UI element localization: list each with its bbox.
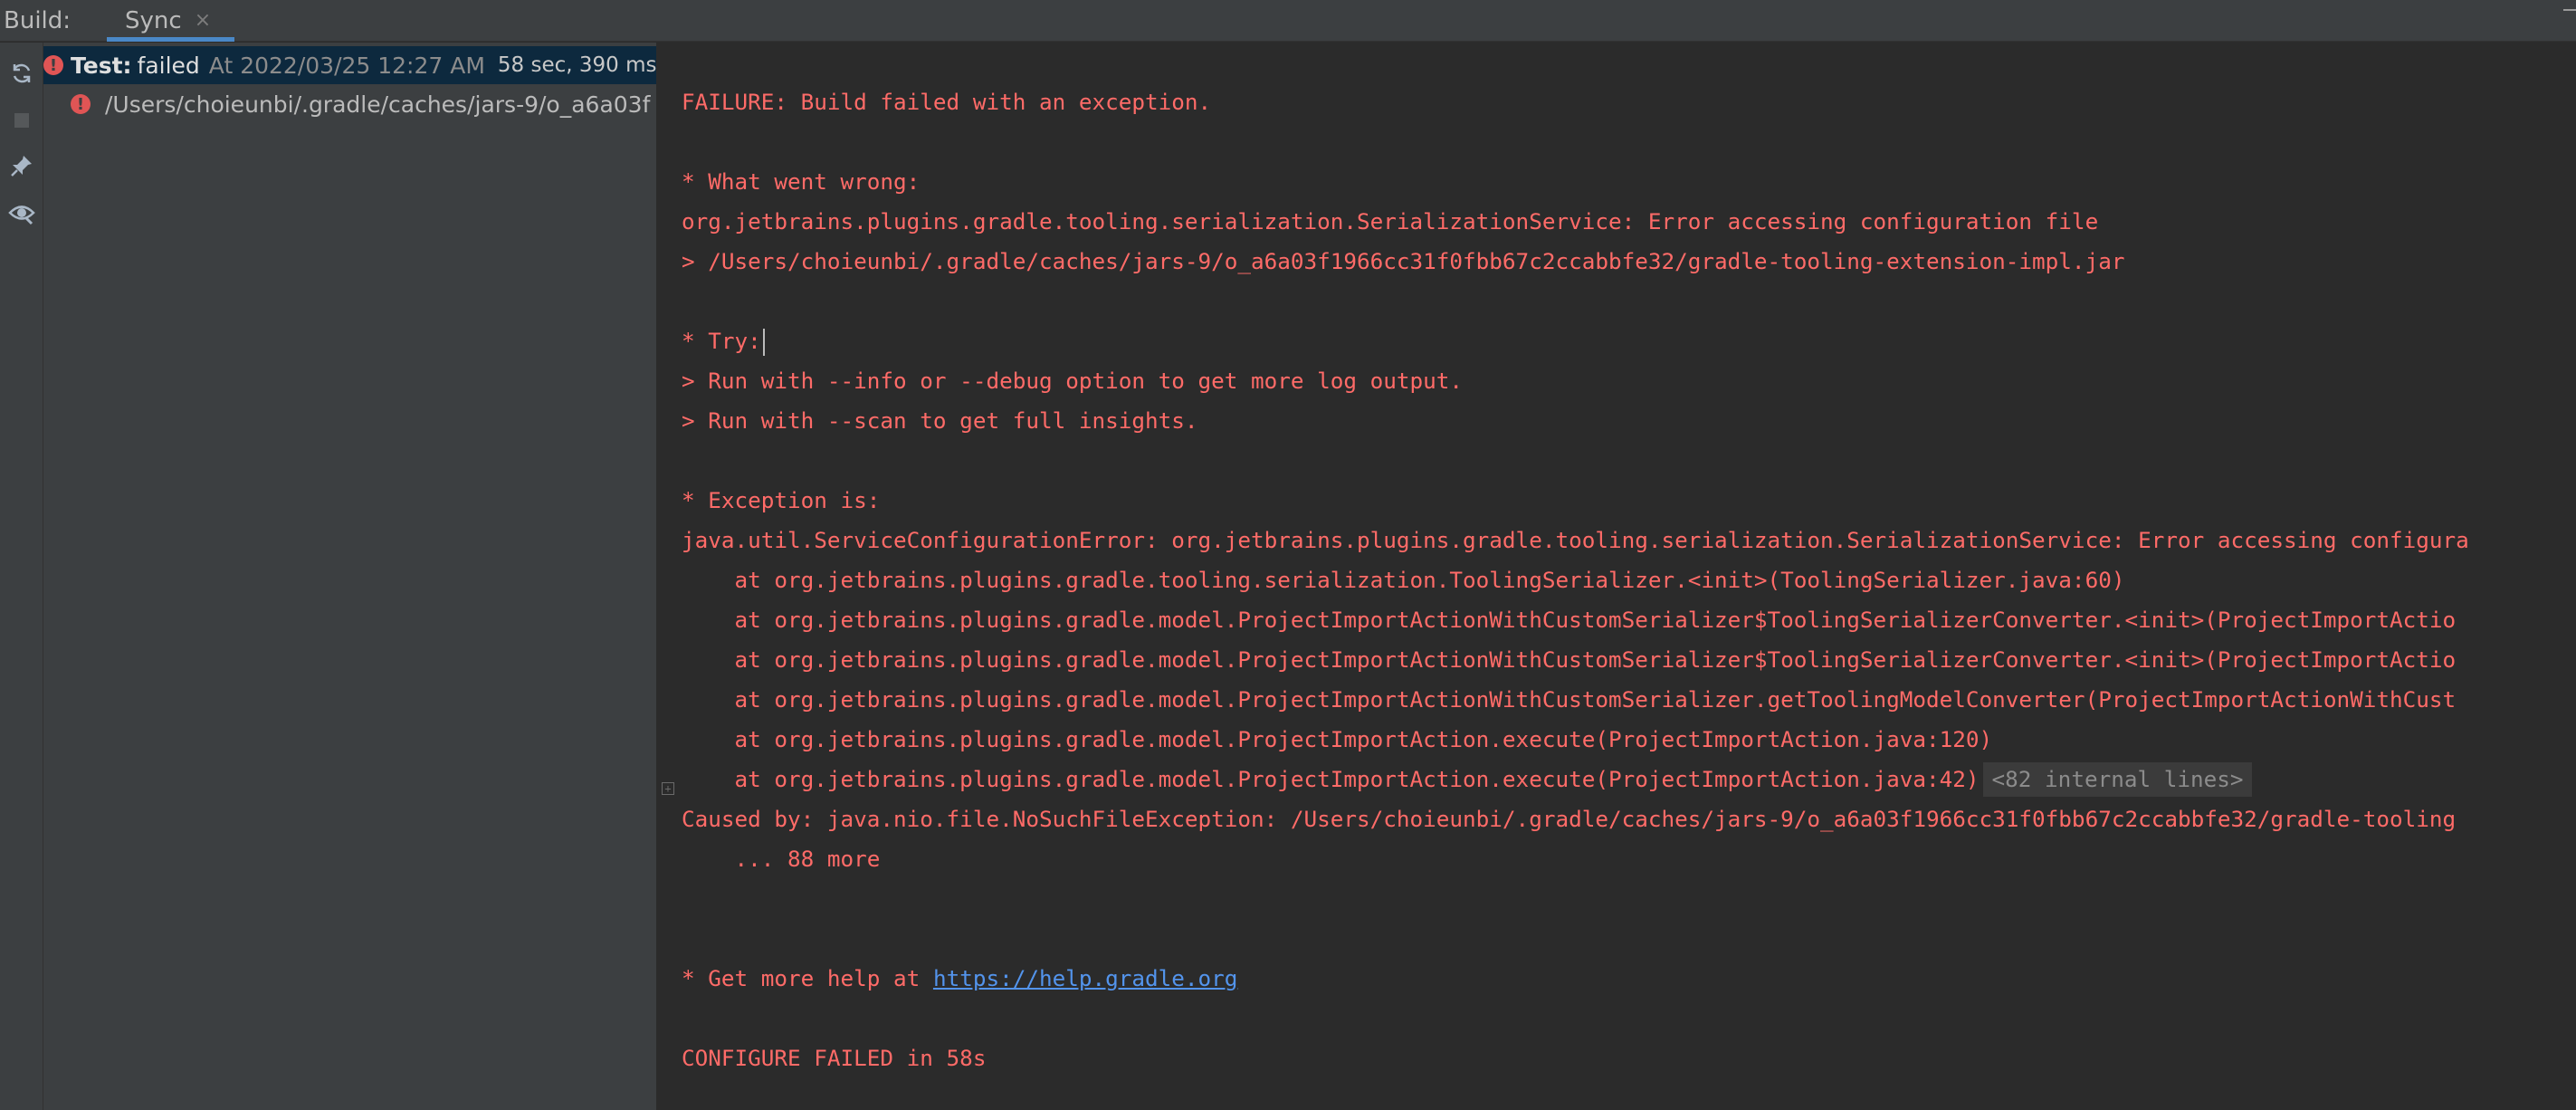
tree-item-path: /Users/choieunbi/.gradle/caches/jars-9/o… bbox=[105, 91, 651, 118]
console-line: CONFIGURE FAILED in 58s bbox=[682, 1045, 987, 1071]
tree-item-test-failed[interactable]: ! Test: failed At 2022/03/25 12:27 AM 58… bbox=[43, 46, 657, 84]
text-caret bbox=[762, 329, 765, 356]
build-toolwindow-header: Build: Sync × bbox=[0, 0, 2576, 42]
tree-item-error-path[interactable]: ! /Users/choieunbi/.gradle/caches/jars-9… bbox=[71, 86, 650, 122]
console-line: at org.jetbrains.plugins.gradle.model.Pr… bbox=[682, 646, 2457, 673]
console-line: at org.jetbrains.plugins.gradle.tooling.… bbox=[682, 567, 2125, 593]
eye-icon[interactable] bbox=[5, 196, 38, 229]
sync-icon-svg bbox=[13, 63, 31, 83]
tab-active-indicator bbox=[107, 36, 235, 42]
pin-icon-svg bbox=[11, 156, 32, 177]
console-line-try: * Try: bbox=[682, 321, 765, 361]
tree-item-label: Test: bbox=[71, 52, 132, 79]
tree-item-duration: 58 sec, 390 ms bbox=[497, 53, 657, 77]
toolwindow-title: Build: bbox=[4, 6, 72, 34]
console-line: > /Users/choieunbi/.gradle/caches/jars-9… bbox=[682, 248, 2125, 274]
hide-toolwindow-icon[interactable] bbox=[2563, 9, 2576, 11]
help-link[interactable]: https://help.gradle.org bbox=[933, 965, 1237, 991]
stop-icon-svg bbox=[14, 113, 29, 128]
console-line: > Run with --scan to get full insights. bbox=[682, 407, 1198, 434]
console-line: ... 88 more bbox=[682, 846, 881, 872]
tree-item-status: failed bbox=[137, 52, 200, 79]
console-line-folded: at org.jetbrains.plugins.gradle.model.Pr… bbox=[682, 760, 2253, 799]
tab-close-icon[interactable]: × bbox=[195, 9, 211, 32]
console-line: at org.jetbrains.plugins.gradle.model.Pr… bbox=[682, 686, 2457, 713]
pin-icon[interactable] bbox=[5, 149, 38, 182]
fold-expand-icon[interactable]: + bbox=[662, 782, 674, 795]
console-line-text: at org.jetbrains.plugins.gradle.model.Pr… bbox=[682, 766, 1980, 792]
sync-icon[interactable] bbox=[5, 57, 38, 90]
console-line: at org.jetbrains.plugins.gradle.model.Pr… bbox=[682, 607, 2457, 633]
console-line: > Run with --info or --debug option to g… bbox=[682, 368, 1464, 394]
stop-icon[interactable] bbox=[5, 104, 38, 137]
build-toolbar bbox=[0, 43, 43, 1110]
console-line: * What went wrong: bbox=[682, 168, 921, 195]
console-line: FAILURE: Build failed with an exception. bbox=[682, 89, 1212, 115]
console-line: org.jetbrains.plugins.gradle.tooling.ser… bbox=[682, 208, 2099, 234]
error-icon: ! bbox=[71, 94, 91, 114]
tab-sync[interactable]: Sync × bbox=[107, 0, 235, 42]
console-line-text: * Get more help at bbox=[682, 965, 933, 991]
folded-internal-lines[interactable]: <82 internal lines> bbox=[1982, 762, 2253, 797]
build-tree: ! Test: failed At 2022/03/25 12:27 AM 58… bbox=[43, 43, 657, 1110]
console-output[interactable]: FAILURE: Build failed with an exception.… bbox=[658, 43, 2576, 1110]
error-icon: ! bbox=[43, 55, 63, 75]
console-line-help: * Get more help at https://help.gradle.o… bbox=[682, 959, 1237, 999]
tab-sync-label: Sync bbox=[125, 6, 182, 34]
eye-icon-svg bbox=[8, 206, 35, 225]
tree-item-timestamp: At 2022/03/25 12:27 AM bbox=[208, 52, 485, 79]
console-line: at org.jetbrains.plugins.gradle.model.Pr… bbox=[682, 726, 1993, 752]
console-line: Caused by: java.nio.file.NoSuchFileExcep… bbox=[682, 806, 2457, 832]
console-line: java.util.ServiceConfigurationError: org… bbox=[682, 527, 2469, 553]
console-line: * Exception is: bbox=[682, 487, 881, 513]
console-line-text: * Try: bbox=[682, 328, 761, 354]
